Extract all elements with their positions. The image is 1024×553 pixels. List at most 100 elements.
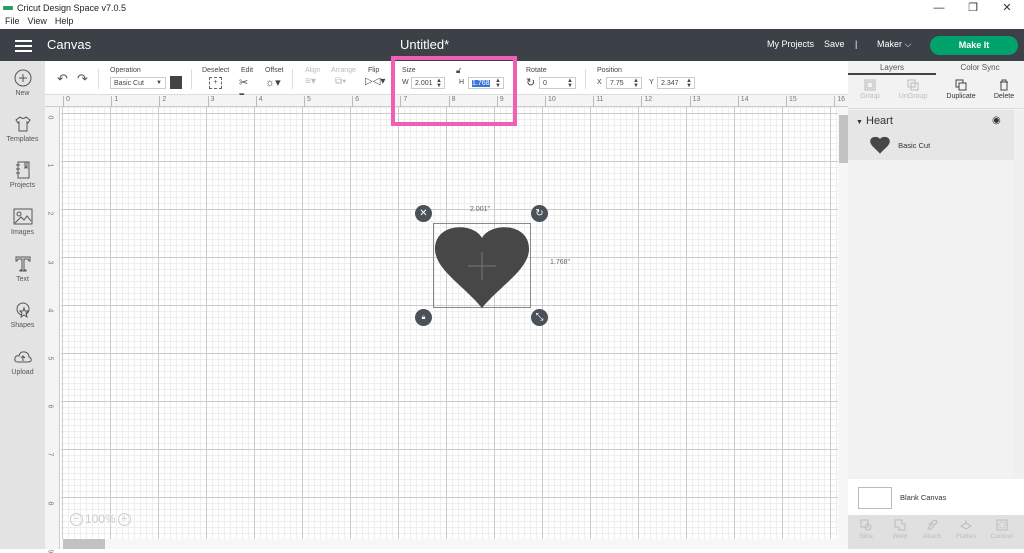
scrollbar-thumb[interactable] bbox=[63, 539, 105, 549]
offset-label: Offset bbox=[265, 67, 284, 74]
layer-list: ▼ Heart ◉ Basic Cut bbox=[848, 110, 1014, 160]
flatten-button[interactable]: Flatten bbox=[951, 519, 981, 540]
height-dimension-label: 1.768" bbox=[550, 259, 571, 266]
layer-group-heart[interactable]: ▼ Heart bbox=[856, 115, 893, 127]
redo-icon[interactable]: ↷ bbox=[77, 71, 88, 87]
sidebar-item-label: Text bbox=[16, 276, 29, 283]
lock-handle[interactable]: 🔒︎ bbox=[415, 309, 432, 326]
group-icon bbox=[864, 79, 876, 91]
zoom-level: 100% bbox=[85, 512, 116, 526]
layers-scrollbar[interactable] bbox=[1014, 110, 1024, 479]
y-position-input[interactable]: 2.347 ▲ ▼ bbox=[657, 77, 695, 89]
plus-circle-icon bbox=[14, 69, 31, 87]
x-position-input[interactable]: 7.75 ▲ ▼ bbox=[606, 77, 642, 89]
attach-label: Attach bbox=[922, 533, 942, 540]
heart-shape[interactable] bbox=[434, 224, 530, 308]
layer-item-label: Basic Cut bbox=[898, 140, 931, 150]
slice-label: Slice bbox=[858, 533, 874, 540]
blank-canvas-label: Blank Canvas bbox=[900, 493, 947, 502]
text-icon bbox=[15, 256, 30, 272]
close-icon: ✕ bbox=[419, 208, 428, 219]
tab-layers[interactable]: Layers bbox=[848, 61, 936, 75]
resize-handle[interactable]: ⤡ bbox=[531, 309, 548, 326]
sidebar-item-images[interactable]: Images bbox=[0, 208, 45, 236]
ruler-tick-label: 3 bbox=[207, 96, 215, 107]
duplicate-label: Duplicate bbox=[946, 93, 976, 100]
slice-button[interactable]: Slice bbox=[851, 519, 881, 540]
blank-canvas-row[interactable]: Blank Canvas bbox=[848, 479, 1024, 515]
divider bbox=[191, 69, 192, 89]
vertical-scrollbar[interactable] bbox=[838, 107, 848, 549]
menu-view[interactable]: View bbox=[28, 16, 47, 29]
zoom-out-button[interactable]: − bbox=[70, 512, 83, 526]
undo-icon[interactable]: ↶ bbox=[57, 71, 68, 87]
menu-file[interactable]: File bbox=[5, 16, 20, 29]
paperclip-icon bbox=[927, 519, 938, 530]
operation-select[interactable]: Basic Cut ▼ bbox=[110, 77, 166, 89]
contour-button[interactable]: Contour bbox=[987, 519, 1017, 540]
weld-button[interactable]: Weld bbox=[885, 519, 915, 540]
delete-handle[interactable]: ✕ bbox=[415, 205, 432, 222]
window-title: Cricut Design Space v7.0.5 bbox=[17, 3, 127, 13]
operation-value: Basic Cut bbox=[114, 80, 144, 87]
my-projects-link[interactable]: My Projects bbox=[767, 39, 814, 49]
zoom-in-button[interactable]: + bbox=[117, 512, 131, 526]
deselect-icon: + bbox=[209, 77, 222, 89]
tshirt-icon bbox=[14, 116, 31, 132]
y-value: 2.347 bbox=[661, 80, 679, 87]
stepper-icon: ▲ ▼ bbox=[633, 78, 639, 89]
tab-color-sync[interactable]: Color Sync bbox=[936, 61, 1024, 75]
sidebar-item-label: Upload bbox=[11, 369, 34, 376]
dropdown-arrow-icon: ▼ bbox=[156, 80, 162, 86]
align-icon: ≡▾ bbox=[305, 76, 316, 87]
ruler-tick-label: 6 bbox=[352, 96, 359, 107]
flip-label: Flip bbox=[368, 67, 380, 74]
layers-panel: Layers Color Sync Group UnGroup Duplicat… bbox=[848, 61, 1024, 549]
design-canvas[interactable]: 2.001" 1.768" ✕ ↻ 🔒︎ ⤡ bbox=[61, 107, 838, 549]
flatten-label: Flatten bbox=[956, 533, 976, 540]
ruler-tick-label: 8 bbox=[46, 501, 54, 506]
app-icon bbox=[3, 6, 13, 10]
blank-canvas-swatch[interactable] bbox=[858, 487, 892, 509]
section-title: Canvas bbox=[47, 37, 92, 52]
sidebar-item-projects[interactable]: Projects bbox=[0, 161, 45, 189]
sidebar-item-label: Projects bbox=[9, 182, 36, 189]
sidebar-item-shapes[interactable]: Shapes bbox=[0, 301, 45, 329]
y-label: Y bbox=[649, 79, 654, 86]
sidebar-item-label: Shapes bbox=[10, 322, 35, 329]
delete-button[interactable]: Delete bbox=[984, 79, 1024, 100]
sidebar-item-upload[interactable]: Upload bbox=[0, 348, 45, 376]
hamburger-menu-icon[interactable] bbox=[15, 40, 32, 52]
ruler-tick-label: 16 bbox=[834, 96, 845, 107]
ruler-tick-label: 10 bbox=[545, 96, 556, 107]
close-window-button[interactable]: ✕ bbox=[990, 0, 1024, 16]
ruler-tick-label: 7 bbox=[46, 452, 54, 457]
sidebar-item-text[interactable]: Text bbox=[0, 255, 45, 283]
sidebar-item-templates[interactable]: Templates bbox=[0, 115, 45, 143]
eye-icon[interactable]: ◉ bbox=[992, 115, 1001, 126]
layer-item[interactable]: Basic Cut bbox=[870, 136, 930, 154]
save-link[interactable]: Save bbox=[824, 39, 845, 49]
minimize-button[interactable]: — bbox=[922, 0, 956, 16]
group-button[interactable]: Group bbox=[850, 79, 890, 100]
sidebar-item-new[interactable]: New bbox=[0, 69, 45, 97]
attach-button[interactable]: Attach bbox=[917, 519, 947, 540]
size-highlight-annotation bbox=[391, 56, 517, 126]
color-swatch[interactable] bbox=[170, 76, 182, 89]
ungroup-button[interactable]: UnGroup bbox=[893, 79, 933, 100]
machine-select[interactable]: Maker ⌵ bbox=[877, 39, 911, 50]
contour-icon bbox=[996, 519, 1008, 531]
make-it-button[interactable]: Make It bbox=[930, 36, 1018, 55]
rotate-input[interactable]: 0 ▲ ▼ bbox=[539, 77, 576, 89]
maximize-button[interactable]: ❐ bbox=[956, 0, 990, 16]
weld-icon bbox=[894, 519, 906, 531]
scrollbar-thumb[interactable] bbox=[839, 115, 848, 163]
horizontal-scrollbar[interactable] bbox=[61, 539, 838, 549]
duplicate-button[interactable]: Duplicate bbox=[941, 79, 981, 100]
menu-help[interactable]: Help bbox=[55, 16, 74, 29]
notebook-icon bbox=[15, 161, 29, 179]
chevron-down-icon: ⌵ bbox=[904, 39, 912, 49]
rotate-icon: ↻ bbox=[526, 77, 536, 89]
rotate-handle[interactable]: ↻ bbox=[531, 205, 548, 222]
stepper-icon: ▲ ▼ bbox=[686, 78, 692, 89]
